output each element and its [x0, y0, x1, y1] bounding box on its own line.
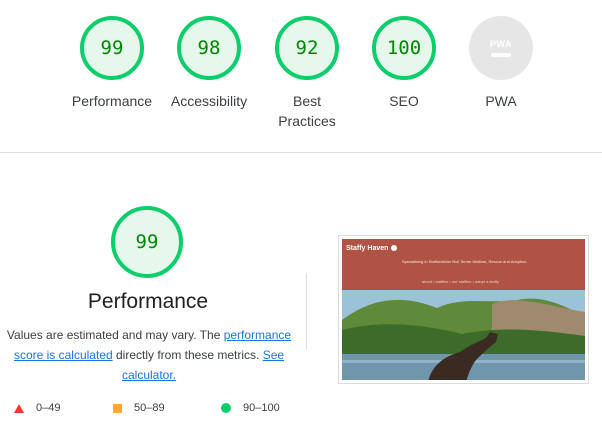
legend-range: 0–49: [36, 402, 61, 414]
site-logo-icon: [391, 245, 398, 252]
final-screenshot-thumbnail[interactable]: Staffy Haven Specialising in Staffordshi…: [338, 235, 589, 384]
score-legend: 0–49 50–89 90–100: [0, 402, 300, 422]
dog-photo-image: [342, 290, 585, 380]
circle-icon: [221, 403, 231, 413]
desc-text: Values are estimated and may vary. The: [6, 328, 224, 342]
score-ring: 98: [177, 16, 241, 80]
site-header: Staffy Haven Specialising in Staffordshi…: [342, 239, 585, 290]
gauge-seo[interactable]: 100 SEO: [354, 16, 454, 111]
gauge-label: PWA: [485, 93, 517, 109]
legend-pass: 90–100: [221, 402, 280, 414]
triangle-icon: [14, 403, 24, 413]
legend-average: 50–89: [113, 402, 165, 414]
section-divider: [0, 152, 602, 153]
performance-description: Values are estimated and may vary. The p…: [4, 325, 294, 385]
desc-text: directly from these metrics.: [112, 348, 263, 362]
category-scores-row: 99 Performance 98 Accessibility 92 Best …: [0, 0, 602, 152]
site-name: Staffy Haven: [346, 245, 398, 252]
site-tagline: Specialising in Staffordshire Bull Terri…: [402, 259, 527, 264]
performance-score-ring: 99: [111, 206, 183, 278]
site-nav: about • staffies • our staffies • adopt …: [422, 279, 499, 284]
gauge-performance[interactable]: 99 Performance: [62, 16, 162, 111]
legend-fail: 0–49: [14, 402, 60, 414]
performance-title: Performance: [87, 290, 209, 313]
score-ring: 92: [275, 16, 339, 80]
gauge-accessibility[interactable]: 98 Accessibility: [159, 16, 259, 111]
score-ring: 100: [372, 16, 436, 80]
pwa-badge-bar: [490, 53, 511, 57]
gauge-label: Performance: [71, 93, 153, 109]
gauge-label: Accessibility: [170, 93, 248, 109]
square-icon: [113, 403, 122, 413]
vertical-divider: [306, 273, 307, 349]
pwa-badge-text: PWA: [489, 39, 512, 49]
gauge-best-practices[interactable]: 92 Best Practices: [257, 16, 357, 131]
gauge-label: SEO: [389, 93, 419, 109]
score-ring: 99: [80, 16, 144, 80]
legend-range: 50–89: [134, 402, 165, 414]
pwa-badge-icon: PWA: [469, 16, 533, 80]
legend-range: 90–100: [243, 402, 280, 414]
gauge-pwa[interactable]: PWA PWA: [451, 16, 551, 111]
gauge-label: Best Practices: [278, 93, 336, 129]
